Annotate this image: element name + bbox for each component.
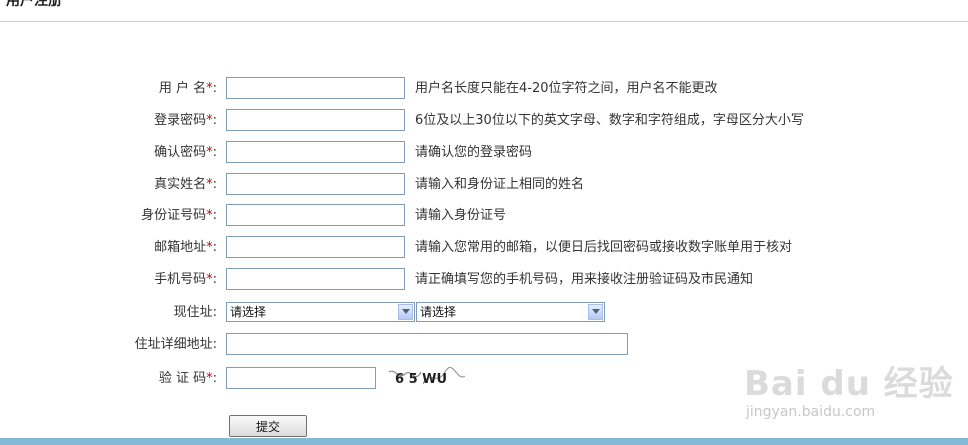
real-name-label: 真实姓名*: xyxy=(154,177,217,192)
email-hint: 请输入您常用的邮箱，以便日后找回密码或接收数字账单用于核对 xyxy=(415,240,793,255)
chevron-down-icon[interactable] xyxy=(398,304,413,320)
username-row: 用 户 名*: 用户名长度只能在4-20位字符之间，用户名不能更改 xyxy=(0,76,968,102)
confirm-password-input[interactable] xyxy=(226,141,405,163)
id-number-row: 身份证号码*: 请输入身份证号 xyxy=(0,203,968,229)
captcha-image[interactable]: 6 5 WU xyxy=(387,366,467,390)
chevron-down-icon[interactable] xyxy=(588,304,603,320)
id-number-label: 身份证号码*: xyxy=(141,208,217,223)
required-star: * xyxy=(206,240,213,255)
captcha-input[interactable] xyxy=(226,367,376,389)
email-input[interactable] xyxy=(226,236,405,258)
username-input[interactable] xyxy=(226,77,405,99)
required-star: * xyxy=(206,81,213,96)
phone-row: 手机号码*: 请正确填写您的手机号码，用来接收注册验证码及市民通知 xyxy=(0,267,968,293)
city-select-value: 请选择 xyxy=(420,305,457,319)
password-hint: 6位及以上30位以下的英文字母、数字和字符组成，字母区分大小写 xyxy=(415,113,804,128)
watermark-logo: Bai du 经验 xyxy=(744,364,954,404)
required-star: * xyxy=(206,272,213,287)
province-select-value: 请选择 xyxy=(230,305,267,319)
id-number-input[interactable] xyxy=(226,204,405,226)
real-name-input[interactable] xyxy=(226,173,405,195)
bottom-bar xyxy=(0,438,968,445)
phone-label: 手机号码*: xyxy=(154,272,217,287)
required-star: * xyxy=(206,145,213,160)
email-row: 邮箱地址*: 请输入您常用的邮箱，以便日后找回密码或接收数字账单用于核对 xyxy=(0,235,968,261)
captcha-label: 验 证 码*: xyxy=(158,371,217,386)
id-number-hint: 请输入身份证号 xyxy=(415,208,507,223)
required-star: * xyxy=(206,113,213,128)
confirm-password-hint: 请确认您的登录密码 xyxy=(415,145,533,160)
submit-button[interactable]: 提交 xyxy=(229,415,307,437)
password-row: 登录密码*: 6位及以上30位以下的英文字母、数字和字符组成，字母区分大小写 xyxy=(0,108,968,134)
confirm-password-row: 确认密码*: 请确认您的登录密码 xyxy=(0,140,968,166)
username-label: 用 户 名*: xyxy=(158,81,217,96)
address-detail-input[interactable] xyxy=(226,333,628,355)
address-label: 现住址: xyxy=(173,305,217,320)
confirm-password-label: 确认密码*: xyxy=(154,145,217,160)
required-star: * xyxy=(206,371,213,386)
address-detail-label: 住址详细地址: xyxy=(134,337,217,352)
province-select[interactable]: 请选择 xyxy=(226,302,415,322)
email-label: 邮箱地址*: xyxy=(154,240,217,255)
real-name-hint: 请输入和身份证上相同的姓名 xyxy=(415,177,585,192)
watermark-url: jingyan.baidu.com xyxy=(746,404,876,420)
username-hint: 用户名长度只能在4-20位字符之间，用户名不能更改 xyxy=(415,81,718,96)
address-row: 现住址: 请选择 请选择 xyxy=(0,300,968,326)
title-divider xyxy=(0,21,968,22)
phone-input[interactable] xyxy=(226,268,405,290)
real-name-row: 真实姓名*: 请输入和身份证上相同的姓名 xyxy=(0,172,968,198)
password-input[interactable] xyxy=(226,109,405,131)
required-star: * xyxy=(206,208,213,223)
baidu-jingyan-watermark: Bai du 经验 jingyan.baidu.com xyxy=(732,356,966,426)
address-detail-row: 住址详细地址: xyxy=(0,332,968,358)
city-select[interactable]: 请选择 xyxy=(416,302,605,322)
required-star: * xyxy=(206,177,213,192)
page-title: 用户注册 xyxy=(6,0,62,9)
phone-hint: 请正确填写您的手机号码，用来接收注册验证码及市民通知 xyxy=(415,272,754,287)
password-label: 登录密码*: xyxy=(154,113,217,128)
captcha-text: 6 5 WU xyxy=(395,372,447,387)
